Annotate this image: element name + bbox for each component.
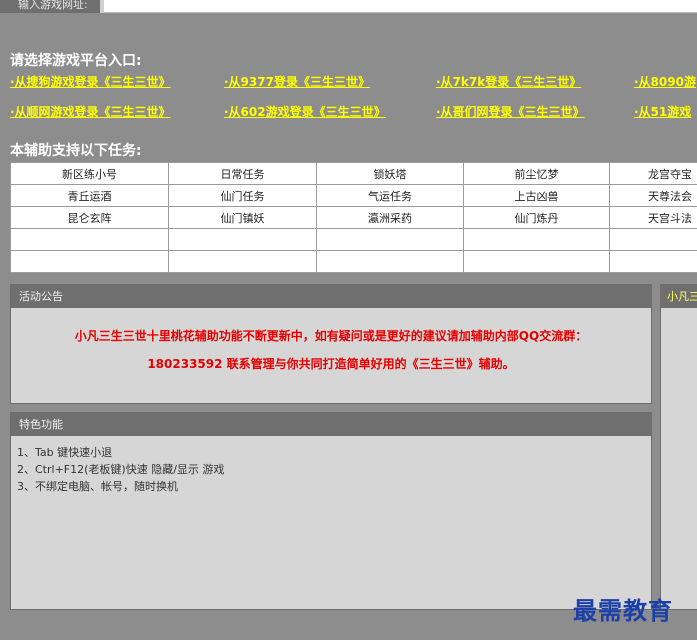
features-header: 特色功能 xyxy=(11,413,651,436)
link-sogou-login[interactable]: ·从搜狗游戏登录《三生三世》 xyxy=(10,73,171,90)
table-row xyxy=(10,250,697,273)
announcement-header: 活动公告 xyxy=(11,285,651,308)
table-row: 青丘运酒 仙门任务 气运任务 上古凶兽 天尊法会 xyxy=(10,184,697,207)
url-label: 输入游戏网址: xyxy=(0,0,100,13)
link-9377-login[interactable]: ·从9377登录《三生三世》 xyxy=(224,73,370,90)
feature-item: 3、不绑定电脑、帐号，随时换机 xyxy=(17,480,178,493)
link-gemen-login[interactable]: ·从哥们网登录《三生三世》 xyxy=(436,103,585,120)
feature-item: 2、Ctrl+F12(老板键)快速 隐藏/显示 游戏 xyxy=(17,463,225,476)
task-cell: 昆仑玄阵 xyxy=(10,206,169,229)
watermark-logo: 最需教育 xyxy=(573,596,673,625)
task-cell xyxy=(10,228,169,251)
task-cell xyxy=(316,228,464,251)
task-cell: 前尘忆梦 xyxy=(463,162,610,185)
side-panel-header: 小凡三生 xyxy=(661,285,697,308)
task-cell xyxy=(609,250,697,273)
side-panel: 小凡三生 xyxy=(660,284,697,610)
task-cell: 气运任务 xyxy=(316,184,464,207)
task-cell: 上古凶兽 xyxy=(463,184,610,207)
announcement-panel: 活动公告 小凡三生三世十里桃花辅助功能不断更新中，如有疑问或是更好的建议请加辅助… xyxy=(10,284,652,404)
link-shunwang-login[interactable]: ·从顺网游戏登录《三生三世》 xyxy=(10,103,171,120)
table-row: 新区练小号 日常任务 锁妖塔 前尘忆梦 龙宫夺宝 xyxy=(10,162,697,185)
feature-item: 1、Tab 键快速小退 xyxy=(17,446,113,459)
announcement-line-1: 小凡三生三世十里桃花辅助功能不断更新中，如有疑问或是更好的建议请加辅助内部QQ交… xyxy=(74,329,588,343)
task-cell xyxy=(316,250,464,273)
task-cell: 瀛洲采药 xyxy=(316,206,464,229)
announcement-body: 小凡三生三世十里桃花辅助功能不断更新中，如有疑问或是更好的建议请加辅助内部QQ交… xyxy=(11,308,651,378)
task-cell xyxy=(463,250,610,273)
task-cell: 青丘运酒 xyxy=(10,184,169,207)
task-cell: 天宫斗法 xyxy=(609,206,697,229)
task-cell: 仙门任务 xyxy=(168,184,317,207)
task-cell: 锁妖塔 xyxy=(316,162,464,185)
table-row xyxy=(10,228,697,251)
link-7k7k-login[interactable]: ·从7k7k登录《三生三世》 xyxy=(436,73,581,90)
announcement-line-2: 180233592 联系管理与你共同打造简单好用的《三生三世》辅助。 xyxy=(147,357,515,371)
task-cell: 新区练小号 xyxy=(10,162,169,185)
features-panel: 特色功能 1、Tab 键快速小退 2、Ctrl+F12(老板键)快速 隐藏/显示… xyxy=(10,412,652,610)
task-cell: 仙门炼丹 xyxy=(463,206,610,229)
task-cell: 天尊法会 xyxy=(609,184,697,207)
link-51-login[interactable]: ·从51游戏 xyxy=(634,103,691,120)
task-cell: 仙门镇妖 xyxy=(168,206,317,229)
link-8090-login[interactable]: ·从8090游 xyxy=(634,73,696,90)
task-cell xyxy=(10,250,169,273)
table-row: 昆仑玄阵 仙门镇妖 瀛洲采药 仙门炼丹 天宫斗法 xyxy=(10,206,697,229)
url-bar: 输入游戏网址: xyxy=(0,0,697,13)
task-cell: 龙宫夺宝 xyxy=(609,162,697,185)
task-cell xyxy=(463,228,610,251)
url-input[interactable] xyxy=(104,0,697,13)
tasks-section-title: 本辅助支持以下任务: xyxy=(10,143,142,159)
task-cell xyxy=(168,250,317,273)
task-cell xyxy=(168,228,317,251)
task-table: 新区练小号 日常任务 锁妖塔 前尘忆梦 龙宫夺宝 青丘运酒 仙门任务 气运任务 … xyxy=(10,162,697,273)
task-cell: 日常任务 xyxy=(168,162,317,185)
task-cell xyxy=(609,228,697,251)
features-list: 1、Tab 键快速小退 2、Ctrl+F12(老板键)快速 隐藏/显示 游戏 3… xyxy=(11,436,651,495)
platform-section-title: 请选择游戏平台入口: xyxy=(10,53,142,69)
link-602-login[interactable]: ·从602游戏登录《三生三世》 xyxy=(224,103,386,120)
